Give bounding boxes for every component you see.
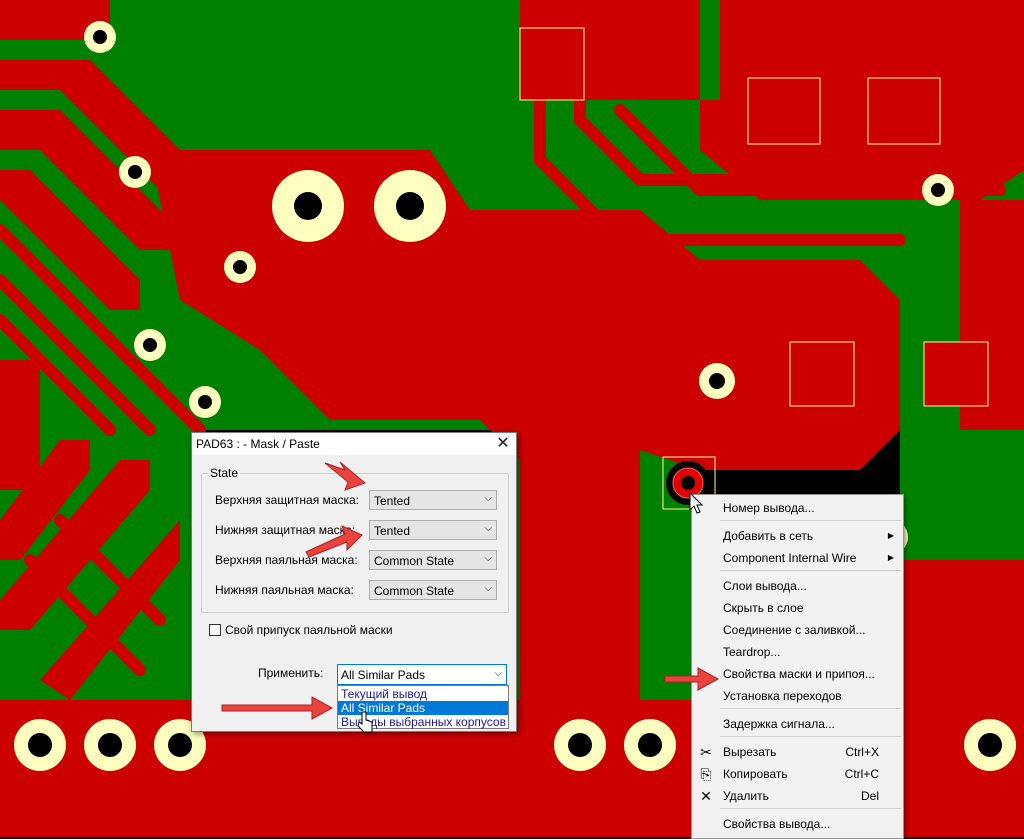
apply-dropdown-list: Текущий вывод All Similar Pads Выводы вы… (337, 685, 509, 729)
apply-option-selected-footprints[interactable]: Выводы выбранных корпусов (338, 715, 508, 729)
top-paste-mask-value: Common State (374, 554, 455, 568)
custom-paste-expansion-checkbox[interactable] (209, 624, 221, 636)
top-solder-mask-label: Верхняя защитная маска: (215, 493, 359, 507)
menu-item-label: Teardrop... (723, 645, 781, 659)
menu-item-label: Слои вывода... (723, 579, 807, 593)
menu-item-label: Номер вывода... (723, 501, 815, 515)
menu-item-label: Удалить (723, 789, 769, 803)
pad-context-menu: Номер вывода... Добавить в сеть ▶ Compone… (691, 494, 904, 839)
menu-item-shortcut: Ctrl+X (845, 745, 879, 759)
submenu-arrow-icon: ▶ (887, 531, 894, 540)
menu-item-hide-in-layer[interactable]: Скрыть в слое (692, 598, 903, 618)
menu-item-add-to-net[interactable]: Добавить в сеть ▶ (692, 526, 903, 546)
close-icon[interactable]: ✕ (492, 434, 514, 454)
chevron-down-icon: ⌵ (484, 523, 492, 534)
apply-select[interactable]: All Similar Pads ⌵ (337, 664, 507, 685)
apply-select-value: All Similar Pads (341, 668, 426, 682)
menu-separator (720, 808, 901, 809)
menu-item-teardrop[interactable]: Teardrop... (692, 642, 903, 662)
scissors-icon: ✂ (700, 744, 712, 760)
menu-separator (720, 520, 901, 521)
menu-item-label: Установка переходов (723, 689, 842, 703)
apply-option-all-similar-pads[interactable]: All Similar Pads (338, 701, 508, 715)
menu-item-label: Скрыть в слое (723, 601, 804, 615)
bottom-solder-mask-label: Нижняя защитная маска: (215, 523, 356, 537)
menu-item-via-setup[interactable]: Установка переходов (692, 686, 903, 706)
chevron-down-icon: ⌵ (484, 553, 492, 564)
bottom-paste-mask-select[interactable]: Common State ⌵ (369, 580, 497, 600)
copy-icon: ⎘ (700, 766, 712, 782)
menu-item-shortcut: Ctrl+C (844, 767, 879, 781)
delete-x-icon: ✕ (700, 788, 712, 804)
menu-separator (720, 570, 901, 571)
menu-item-label: Component Internal Wire (723, 551, 857, 565)
top-solder-mask-value: Tented (374, 494, 411, 508)
bottom-solder-mask-select[interactable]: Tented ⌵ (369, 520, 497, 540)
bottom-paste-mask-label: Нижняя паяльная маска: (215, 583, 354, 597)
menu-item-delete[interactable]: ✕ Удалить Del (692, 786, 903, 806)
menu-separator (720, 708, 901, 709)
dialog-titlebar[interactable]: PAD63 : - Mask / Paste ✕ (192, 433, 516, 455)
chevron-down-icon: ⌵ (484, 493, 492, 504)
chevron-down-icon: ⌵ (494, 668, 502, 679)
menu-item-label: Свойства маски и припоя... (723, 667, 875, 681)
menu-item-label: Задержка сигнала... (723, 717, 835, 731)
menu-item-label: Копировать (723, 767, 788, 781)
menu-item-pad-number[interactable]: Номер вывода... (692, 498, 903, 518)
menu-item-mask-paste-properties[interactable]: Свойства маски и припоя... (692, 664, 903, 684)
menu-item-cut[interactable]: ✂ Вырезать Ctrl+X (692, 742, 903, 762)
top-solder-mask-select[interactable]: Tented ⌵ (369, 490, 497, 510)
mask-paste-dialog: PAD63 : - Mask / Paste ✕ State Верхняя з… (191, 432, 517, 732)
menu-item-copy[interactable]: ⎘ Копировать Ctrl+C (692, 764, 903, 784)
menu-item-label: Добавить в сеть (723, 529, 814, 543)
menu-separator (720, 736, 901, 737)
top-paste-mask-select[interactable]: Common State ⌵ (369, 550, 497, 570)
menu-item-pad-properties[interactable]: Свойства вывода... (692, 814, 903, 834)
menu-item-label: Свойства вывода... (723, 817, 831, 831)
menu-item-pad-layers[interactable]: Слои вывода... (692, 576, 903, 596)
dialog-title: PAD63 : - Mask / Paste (196, 437, 320, 451)
menu-item-label: Соединение с заливкой... (723, 623, 866, 637)
apply-label: Применить: (258, 666, 324, 680)
menu-item-label: Вырезать (723, 745, 777, 759)
submenu-arrow-icon: ▶ (887, 553, 894, 562)
chevron-down-icon: ⌵ (484, 583, 492, 594)
custom-paste-expansion-label[interactable]: Свой припуск паяльной маски (225, 623, 393, 637)
bottom-solder-mask-value: Tented (374, 524, 411, 538)
menu-item-signal-delay[interactable]: Задержка сигнала... (692, 714, 903, 734)
apply-option-current-pad[interactable]: Текущий вывод (338, 687, 508, 701)
state-group-title: State (208, 466, 241, 480)
menu-item-shortcut: Del (860, 789, 879, 803)
bottom-paste-mask-value: Common State (374, 584, 455, 598)
top-paste-mask-label: Верхняя паяльная маска: (215, 553, 358, 567)
menu-item-component-internal-wire[interactable]: Component Internal Wire ▶ (692, 548, 903, 568)
menu-item-pour-connection[interactable]: Соединение с заливкой... (692, 620, 903, 640)
